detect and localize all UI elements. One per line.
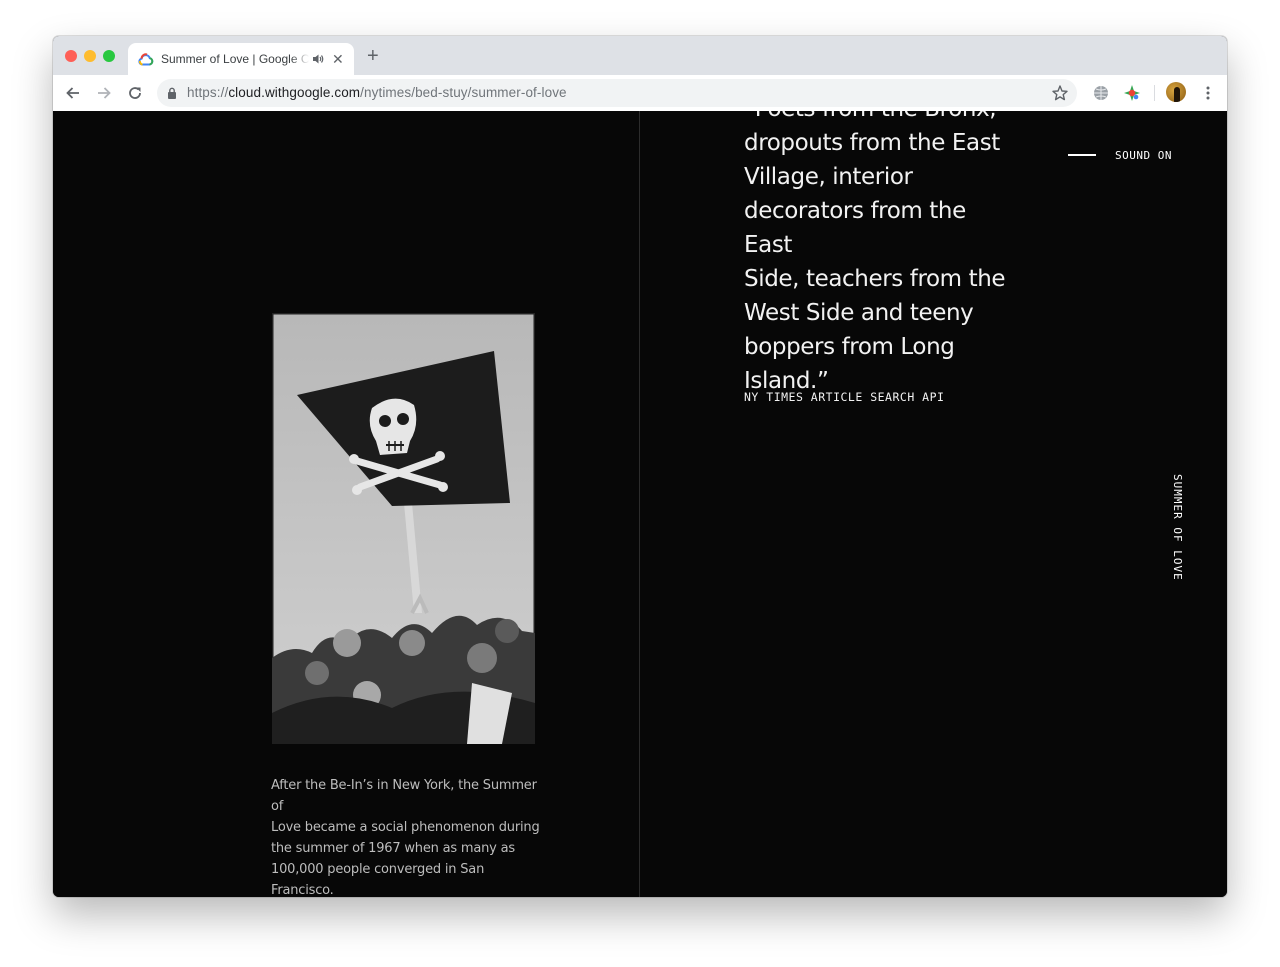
quote-line: boppers from Long xyxy=(744,334,955,360)
pull-quote: “Poets from the Bronx, dropouts from the… xyxy=(744,111,1014,398)
caption-line: After the Be-In’s in New York, the Summe… xyxy=(271,778,537,814)
quote-line: West Side and teeny xyxy=(744,300,974,326)
browser-window: Summer of Love | Google C ✕ + https://cl… xyxy=(53,36,1227,897)
maximize-window-button[interactable] xyxy=(103,50,115,62)
url-host: cloud.withgoogle.com xyxy=(228,85,361,100)
google-cloud-icon xyxy=(138,53,154,66)
browser-toolbar: https://cloud.withgoogle.com/nytimes/bed… xyxy=(53,75,1227,112)
globe-extension-icon[interactable] xyxy=(1092,84,1110,102)
caption-line: the summer of 1967 when as many as xyxy=(271,841,515,856)
menu-dots-icon[interactable] xyxy=(1199,84,1217,102)
section-vertical-title: SUMMER OF LOVE xyxy=(1171,474,1184,581)
column-divider xyxy=(639,111,640,897)
bookmark-star-icon[interactable] xyxy=(1051,84,1069,102)
quote-line: “Poets from the Bronx, xyxy=(744,111,1014,126)
lock-icon xyxy=(168,87,176,99)
quote-source: NY TIMES ARTICLE SEARCH API xyxy=(744,390,945,404)
close-window-button[interactable] xyxy=(65,50,77,62)
quote-line: Side, teachers from the xyxy=(744,266,1006,292)
caption-line: Love became a social phenomenon during xyxy=(271,820,540,835)
color-extension-icon[interactable] xyxy=(1123,84,1141,102)
sound-toggle-button[interactable]: SOUND ON xyxy=(1115,149,1172,162)
active-tab[interactable]: Summer of Love | Google C ✕ xyxy=(128,43,354,75)
pirate-flag-crowd-photo xyxy=(272,313,535,744)
forward-arrow-icon[interactable] xyxy=(95,84,113,102)
photo-caption: After the Be-In’s in New York, the Summe… xyxy=(271,775,543,897)
url-scheme: https:// xyxy=(187,85,229,100)
speaker-icon[interactable] xyxy=(312,53,324,65)
address-bar[interactable]: https://cloud.withgoogle.com/nytimes/bed… xyxy=(157,79,1077,107)
tab-strip: Summer of Love | Google C ✕ + xyxy=(53,36,1227,75)
plus-icon[interactable]: + xyxy=(367,46,379,66)
back-arrow-icon[interactable] xyxy=(64,84,82,102)
quote-line: decorators from the East xyxy=(744,198,966,258)
url-text: https://cloud.withgoogle.com/nytimes/bed… xyxy=(187,85,567,100)
tab-title: Summer of Love | Google C xyxy=(161,52,309,68)
profile-avatar[interactable] xyxy=(1166,82,1186,102)
sound-toggle-line[interactable] xyxy=(1068,154,1096,156)
url-path: /nytimes/bed-stuy/summer-of-love xyxy=(360,85,567,100)
reload-icon[interactable] xyxy=(126,84,144,102)
quote-line: Village, interior xyxy=(744,164,913,190)
minimize-window-button[interactable] xyxy=(84,50,96,62)
caption-line: 100,000 people converged in San xyxy=(271,862,485,877)
toolbar-separator xyxy=(1154,85,1155,101)
close-icon[interactable]: ✕ xyxy=(332,52,344,66)
caption-line: Francisco. xyxy=(271,883,334,897)
quote-line: dropouts from the East xyxy=(744,130,1000,156)
page-content: After the Be-In’s in New York, the Summe… xyxy=(53,111,1227,897)
